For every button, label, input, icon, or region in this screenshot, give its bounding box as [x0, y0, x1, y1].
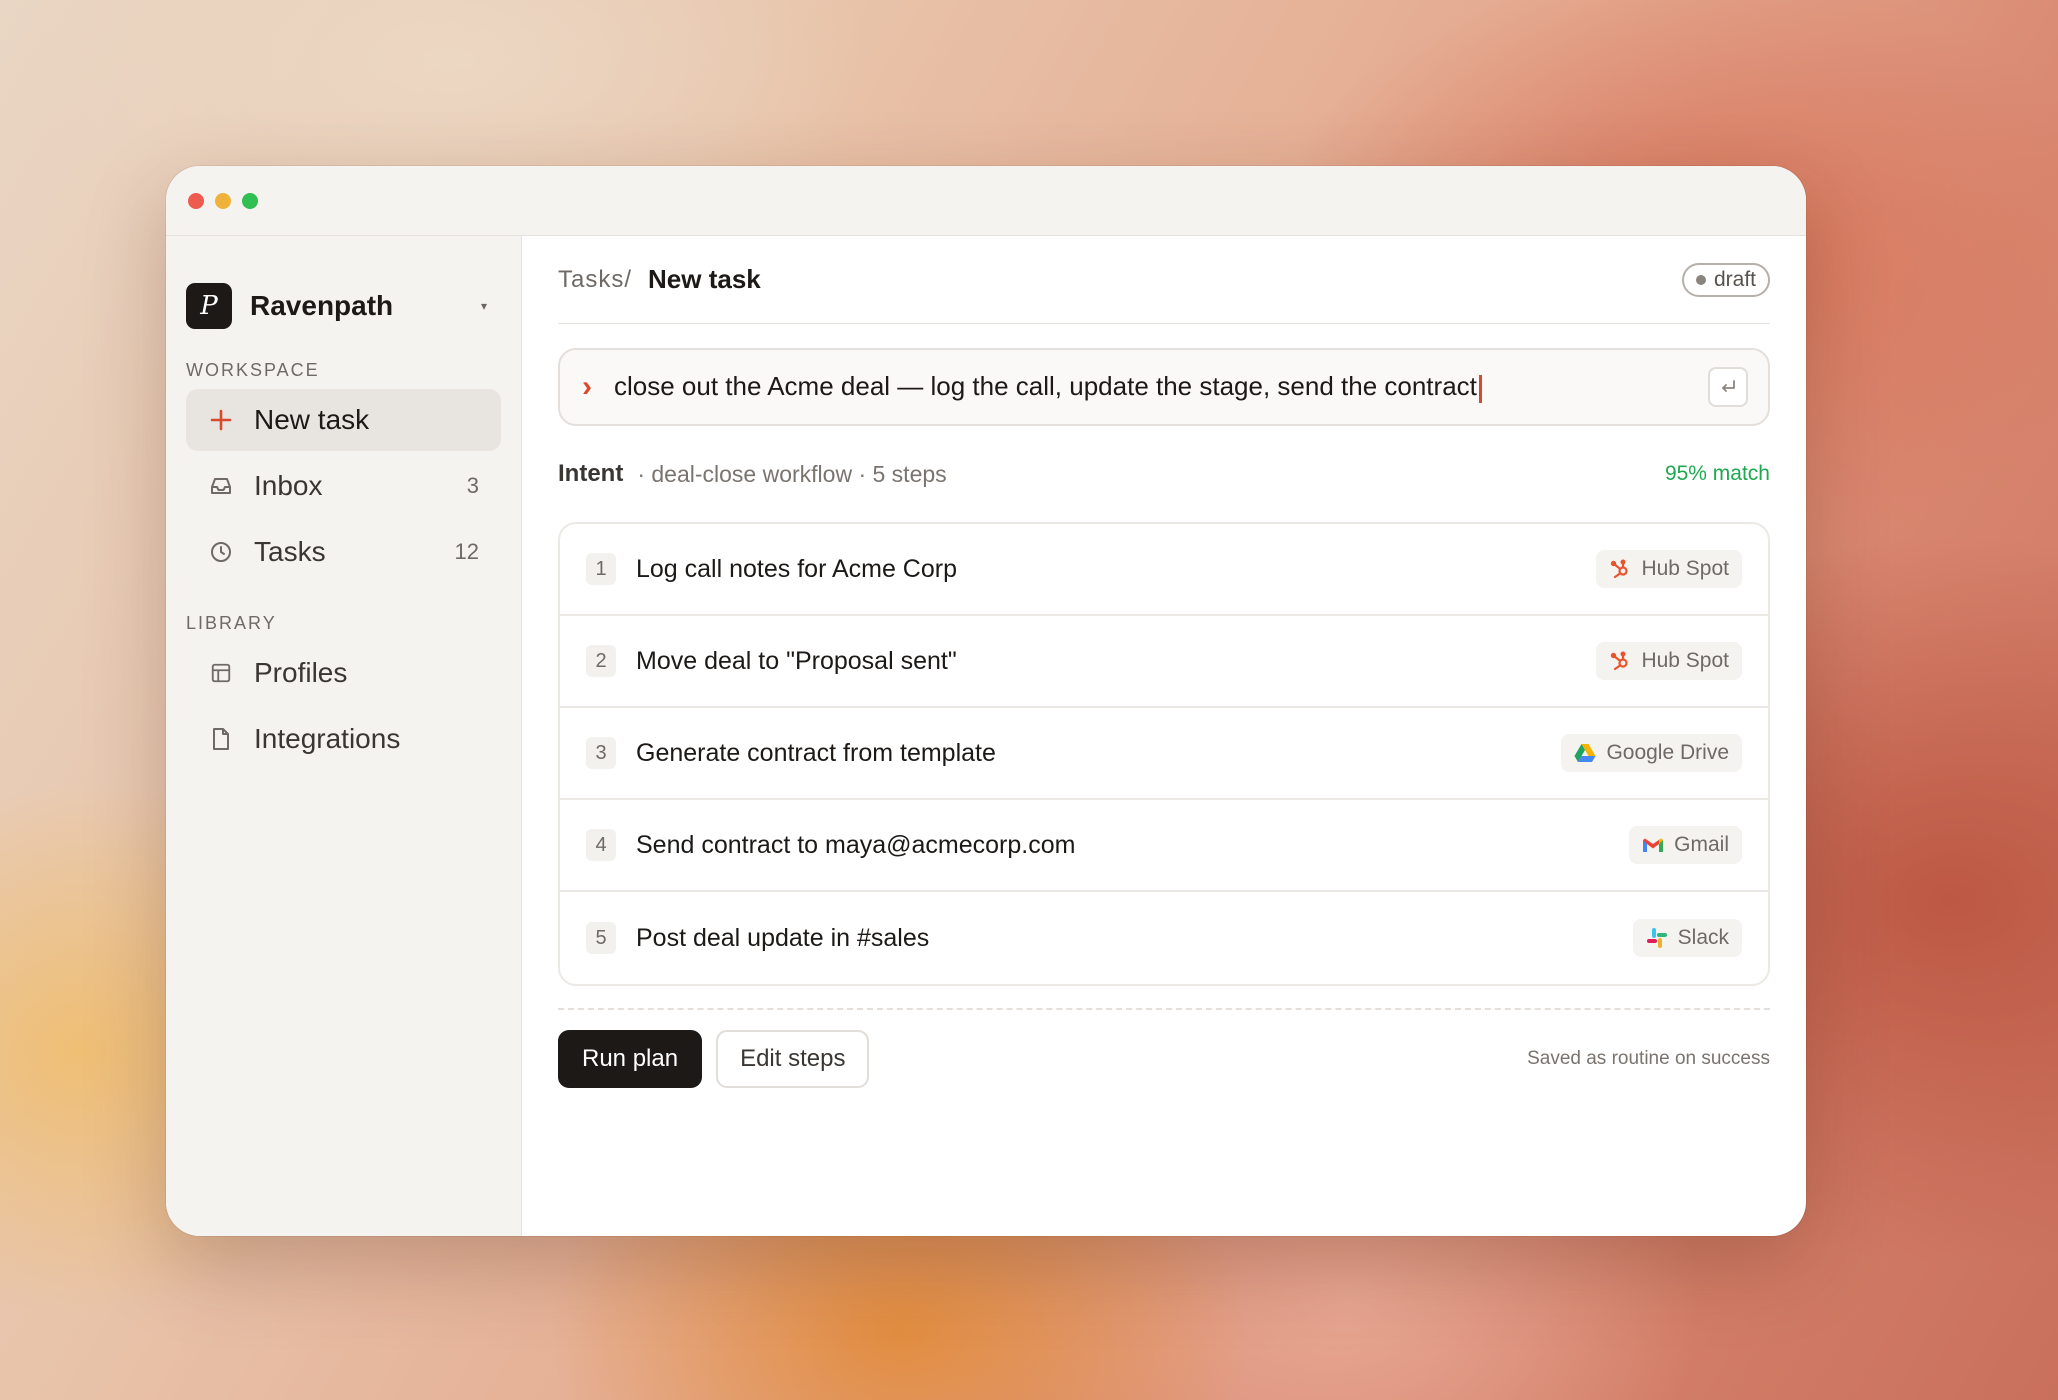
edit-steps-button[interactable]: Edit steps — [716, 1030, 870, 1088]
step-label: Post deal update in #sales — [636, 923, 930, 952]
plus-icon — [208, 407, 234, 433]
inbox-icon — [208, 473, 234, 499]
step-number: 4 — [586, 829, 616, 861]
tool-badge: Hub Spot — [1596, 642, 1742, 680]
plan-steps-list: 1 Log call notes for Acme Corp Hub Spot … — [558, 522, 1770, 986]
prompt-value: close out the Acme deal — log the call, … — [614, 371, 1477, 402]
step-label: Generate contract from template — [636, 738, 996, 767]
sidebar-item-profiles[interactable]: Profiles — [186, 642, 501, 704]
step-number: 3 — [586, 737, 616, 769]
tasks-count: 12 — [454, 539, 479, 564]
sidebar-item-tasks[interactable]: Tasks 12 — [186, 521, 501, 583]
step-number: 1 — [586, 553, 616, 585]
tool-badge: Google Drive — [1561, 734, 1742, 772]
step-number: 5 — [586, 922, 616, 954]
sidebar-item-label: New task — [254, 404, 370, 435]
sidebar-item-inbox[interactable]: Inbox 3 — [186, 455, 501, 517]
minimize-window-button[interactable] — [215, 192, 231, 209]
intent-detail: · deal-close workflow · 5 steps — [637, 460, 947, 487]
sidebar-item-label: Profiles — [254, 657, 348, 688]
hubspot-icon — [1609, 558, 1631, 580]
text-caret — [1478, 374, 1482, 403]
clock-icon — [208, 539, 234, 565]
step-label: Log call notes for Acme Corp — [636, 554, 957, 583]
status-dot-icon — [1695, 274, 1706, 285]
main-panel: Tasks/ New task draft › close out the Ac… — [522, 236, 1806, 1236]
tool-name: Hub Spot — [1641, 649, 1729, 672]
sidebar: P Ravenpath ▾ WORKSPACE New task Inbox 3 — [166, 236, 522, 1236]
list-item[interactable]: 1 Log call notes for Acme Corp Hub Spot — [560, 524, 1768, 616]
tool-name: Hub Spot — [1641, 557, 1729, 580]
page-header: Tasks/ New task draft — [558, 236, 1770, 324]
tool-name: Slack — [1677, 926, 1729, 949]
chevron-down-icon: ▾ — [480, 299, 487, 313]
status-label: draft — [1713, 267, 1756, 291]
list-item[interactable]: 4 Send contract to maya@acmecorp.com Gma… — [560, 800, 1768, 892]
page-title: New task — [648, 264, 761, 294]
close-window-button[interactable] — [188, 192, 204, 209]
tool-badge: Hub Spot — [1596, 550, 1742, 588]
document-icon — [208, 726, 234, 752]
sidebar-item-label: Inbox — [254, 470, 323, 501]
prompt-text[interactable]: close out the Acme deal — log the call, … — [614, 371, 1708, 403]
divider — [558, 1008, 1770, 1010]
step-label: Send contract to maya@acmecorp.com — [636, 830, 1076, 859]
step-number: 2 — [586, 645, 616, 677]
run-plan-button[interactable]: Run plan — [558, 1030, 703, 1088]
library-section-label: LIBRARY — [186, 613, 277, 633]
org-switcher[interactable]: P Ravenpath ▾ — [186, 282, 501, 330]
org-logo: P — [186, 283, 232, 329]
match-score: 95% match — [1664, 462, 1770, 485]
intent-summary: Intent · deal-close workflow · 5 steps 9… — [558, 426, 1770, 522]
status-badge: draft — [1681, 262, 1770, 297]
workspace-section-label: WORKSPACE — [186, 360, 320, 380]
tool-name: Google Drive — [1606, 741, 1729, 764]
tool-badge: Slack — [1632, 919, 1742, 957]
google-drive-icon — [1574, 742, 1596, 764]
step-label: Move deal to "Proposal sent" — [636, 646, 957, 675]
enter-key-icon[interactable] — [1708, 367, 1748, 407]
tool-badge: Gmail — [1629, 826, 1742, 864]
task-prompt-input[interactable]: › close out the Acme deal — log the call… — [558, 348, 1770, 426]
hubspot-icon — [1609, 650, 1631, 672]
zoom-window-button[interactable] — [242, 192, 258, 209]
sidebar-item-new-task[interactable]: New task — [186, 389, 501, 451]
sidebar-item-integrations[interactable]: Integrations — [186, 708, 501, 770]
app-window: P Ravenpath ▾ WORKSPACE New task Inbox 3 — [166, 166, 1806, 1236]
chevron-right-icon: › — [582, 370, 592, 403]
intent-label: Intent — [558, 460, 624, 487]
list-item[interactable]: 5 Post deal update in #sales Slack — [560, 892, 1768, 984]
list-item[interactable]: 2 Move deal to "Proposal sent" Hub Spot — [560, 616, 1768, 708]
list-item[interactable]: 3 Generate contract from template Google… — [560, 708, 1768, 800]
breadcrumb[interactable]: Tasks/ — [558, 266, 632, 294]
slack-icon — [1646, 927, 1668, 949]
inbox-count: 3 — [466, 473, 479, 498]
tool-name: Gmail — [1674, 833, 1729, 856]
title-bar — [166, 166, 1806, 236]
org-name: Ravenpath — [250, 290, 394, 321]
sidebar-item-label: Tasks — [254, 536, 326, 567]
gmail-icon — [1642, 834, 1664, 856]
save-routine-note: Saved as routine on success — [1527, 1048, 1770, 1069]
table-icon — [208, 660, 234, 686]
sidebar-item-label: Integrations — [254, 723, 401, 754]
action-bar: Run plan Edit steps Saved as routine on … — [558, 1030, 1770, 1088]
